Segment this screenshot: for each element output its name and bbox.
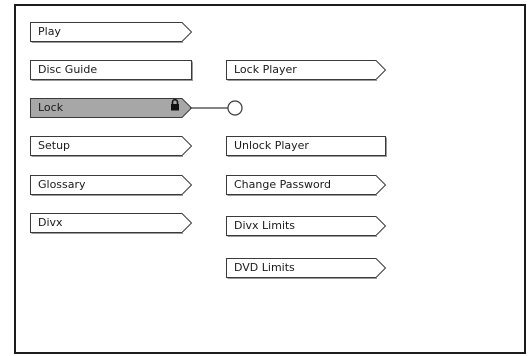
menu-item-label: DVD Limits xyxy=(234,261,295,274)
menu-item-lock[interactable]: Lock xyxy=(30,98,193,118)
submenu-item-dvd-limits[interactable]: DVD Limits xyxy=(226,258,387,279)
submenu-item-change-password[interactable]: Change Password xyxy=(226,175,387,196)
menu-item-label: Lock Player xyxy=(234,63,297,76)
submenu-item-lock-player[interactable]: Lock Player xyxy=(226,60,387,81)
submenu-item-unlock-player[interactable]: Unlock Player xyxy=(226,136,387,157)
menu-item-glossary[interactable]: Glossary xyxy=(30,175,193,196)
menu-item-setup[interactable]: Setup xyxy=(30,136,193,157)
menu-item-label: Setup xyxy=(38,139,71,152)
menu-item-label: Unlock Player xyxy=(234,139,309,152)
menu-item-play[interactable]: Play xyxy=(30,22,193,43)
menu-item-label: Change Password xyxy=(234,178,331,191)
lock-icon xyxy=(171,98,179,111)
menu-item-label: Divx xyxy=(38,216,63,229)
submenu-item-divx-limits[interactable]: Divx Limits xyxy=(226,216,387,237)
menu-item-label: Divx Limits xyxy=(234,219,296,232)
menu-item-divx[interactable]: Divx xyxy=(30,213,193,234)
menu-item-label: Glossary xyxy=(38,178,86,191)
menu-item-label: Lock xyxy=(38,101,64,114)
menu-item-disc-guide[interactable]: Disc Guide xyxy=(30,60,193,81)
menu-item-label: Play xyxy=(38,25,61,38)
submenu-connector xyxy=(190,100,243,116)
menu-item-label: Disc Guide xyxy=(38,63,98,76)
